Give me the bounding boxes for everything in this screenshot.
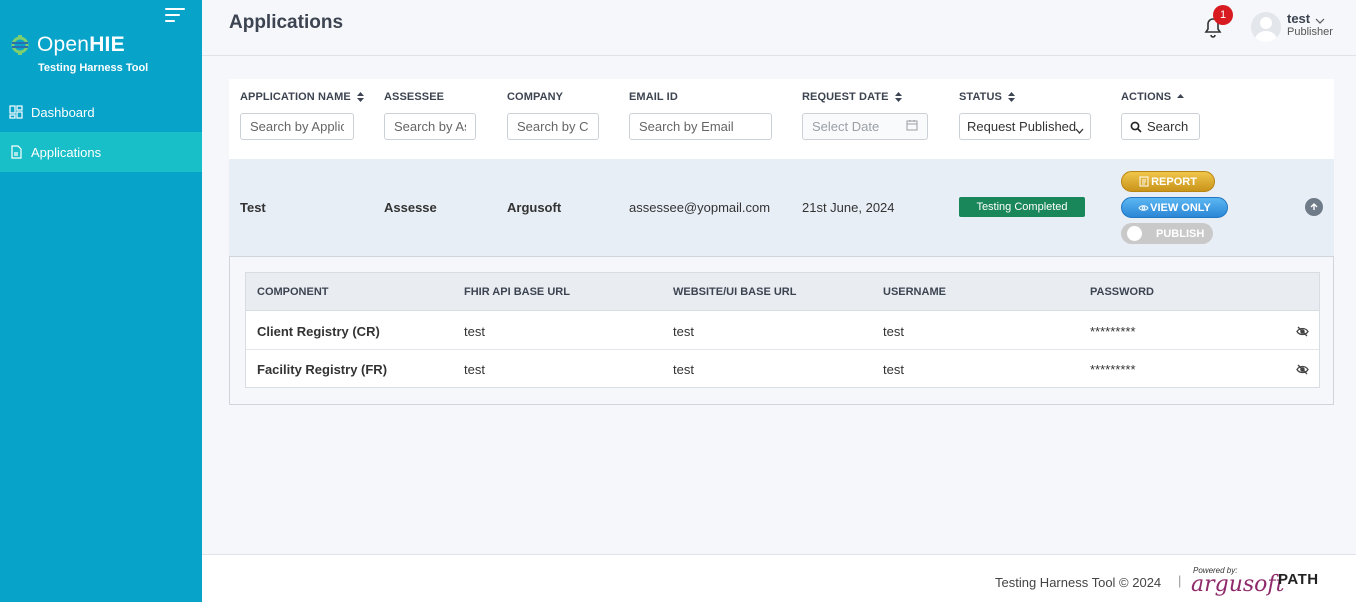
menu-toggle-icon[interactable] xyxy=(165,8,185,24)
date-picker[interactable]: Select Date xyxy=(802,113,928,140)
search-email-input[interactable] xyxy=(629,113,772,140)
cell-assessee: Assesse xyxy=(384,200,437,215)
toggle-knob xyxy=(1127,226,1142,241)
cell-fhir-url: test xyxy=(464,362,485,377)
report-label: REPORT xyxy=(1151,175,1197,188)
cell-website-url: test xyxy=(673,324,694,339)
cell-app-name: Test xyxy=(240,200,266,215)
sort-asc-icon[interactable] xyxy=(1177,92,1185,102)
status-badge: Testing Completed xyxy=(959,197,1085,217)
sidebar-item-applications[interactable]: Applications xyxy=(0,132,202,172)
calendar-icon xyxy=(906,119,918,134)
components-table-header: COMPONENT FHIR API BASE URL WEBSITE/UI B… xyxy=(246,273,1319,311)
col-company: COMPANY xyxy=(507,91,564,103)
view-only-label: VIEW ONLY xyxy=(1150,201,1211,214)
avatar[interactable] xyxy=(1251,12,1281,42)
col-email: EMAIL ID xyxy=(629,91,678,103)
col-website-url: WEBSITE/UI BASE URL xyxy=(673,286,797,298)
col-request-date[interactable]: REQUEST DATE xyxy=(802,91,902,103)
sort-icon[interactable] xyxy=(1007,92,1015,102)
header: Applications 1 test Publisher xyxy=(202,0,1356,56)
notification-badge: 1 xyxy=(1213,5,1233,25)
collapse-arrow-up-icon[interactable] xyxy=(1305,198,1323,216)
search-icon xyxy=(1130,121,1142,133)
cell-fhir-url: test xyxy=(464,324,485,339)
footer: Testing Harness Tool © 2024 | Powered by… xyxy=(202,554,1356,602)
openhie-logo-icon xyxy=(9,33,31,57)
cell-username: test xyxy=(883,324,904,339)
argusoft-logo: argusoft xyxy=(1191,572,1285,597)
col-assessee: ASSESSEE xyxy=(384,91,445,103)
search-application-input[interactable] xyxy=(240,113,354,140)
page-title: Applications xyxy=(229,12,344,33)
publish-toggle[interactable]: PUBLISH xyxy=(1121,223,1213,244)
search-button[interactable]: Search xyxy=(1121,113,1200,140)
col-actions[interactable]: ACTIONS xyxy=(1121,91,1185,103)
path-logo: PATH xyxy=(1278,571,1319,588)
cell-website-url: test xyxy=(673,362,694,377)
sidebar: OpenHIE Testing Harness Tool Dashboard A… xyxy=(0,0,202,602)
user-role: Publisher xyxy=(1287,26,1333,38)
publish-label: PUBLISH xyxy=(1156,227,1205,240)
cell-password: ********* xyxy=(1090,324,1136,339)
view-only-button[interactable]: VIEW ONLY xyxy=(1121,197,1228,218)
search-assessee-input[interactable] xyxy=(384,113,476,140)
search-company-input[interactable] xyxy=(507,113,599,140)
col-application-name[interactable]: APPLICATION NAME xyxy=(240,91,364,103)
cell-component: Facility Registry (FR) xyxy=(257,362,388,377)
applications-table: APPLICATION NAME ASSESSEE COMPANY EMAIL … xyxy=(229,79,1334,256)
sidebar-item-label: Applications xyxy=(31,144,102,160)
report-icon xyxy=(1139,176,1149,187)
eye-icon xyxy=(1138,204,1149,212)
report-button[interactable]: REPORT xyxy=(1121,171,1215,192)
cell-password: ********* xyxy=(1090,362,1136,377)
search-button-label: Search xyxy=(1147,119,1189,134)
user-name[interactable]: test xyxy=(1287,11,1310,26)
col-component: COMPONENT xyxy=(257,286,329,298)
footer-copyright: Testing Harness Tool © 2024 xyxy=(995,575,1162,590)
eye-slash-icon[interactable] xyxy=(1296,363,1309,375)
sort-icon[interactable] xyxy=(356,92,364,102)
document-icon xyxy=(9,145,23,159)
dashboard-icon xyxy=(9,105,23,119)
chevron-down-icon[interactable] xyxy=(1315,13,1325,24)
status-select[interactable]: Request Published xyxy=(959,113,1091,140)
date-placeholder: Select Date xyxy=(812,119,880,134)
component-details-panel: COMPONENT FHIR API BASE URL WEBSITE/UI B… xyxy=(229,256,1334,405)
cell-username: test xyxy=(883,362,904,377)
sort-icon[interactable] xyxy=(894,92,902,102)
logo-text: OpenHIE xyxy=(37,33,125,56)
eye-slash-icon[interactable] xyxy=(1296,325,1309,337)
footer-separator: | xyxy=(1178,573,1182,588)
cell-company: Argusoft xyxy=(507,200,562,215)
col-password: PASSWORD xyxy=(1090,286,1154,298)
logo-subtitle: Testing Harness Tool xyxy=(38,62,149,74)
cell-email: assessee@yopmail.com xyxy=(629,200,771,215)
table-row: Client Registry (CR) test test test ****… xyxy=(246,312,1319,350)
components-table: COMPONENT FHIR API BASE URL WEBSITE/UI B… xyxy=(245,272,1320,388)
openhie-logo: OpenHIE xyxy=(9,33,125,57)
table-row: Facility Registry (FR) test test test **… xyxy=(246,350,1319,388)
cell-component: Client Registry (CR) xyxy=(257,324,380,339)
col-username: USERNAME xyxy=(883,286,946,298)
col-fhir-url: FHIR API BASE URL xyxy=(464,286,570,298)
status-select-value: Request Published xyxy=(967,119,1077,134)
chevron-down-icon xyxy=(1075,123,1084,138)
cell-request-date: 21st June, 2024 xyxy=(802,200,895,215)
col-status[interactable]: STATUS xyxy=(959,91,1015,103)
sidebar-item-label: Dashboard xyxy=(31,104,95,120)
sidebar-item-dashboard[interactable]: Dashboard xyxy=(0,92,202,132)
